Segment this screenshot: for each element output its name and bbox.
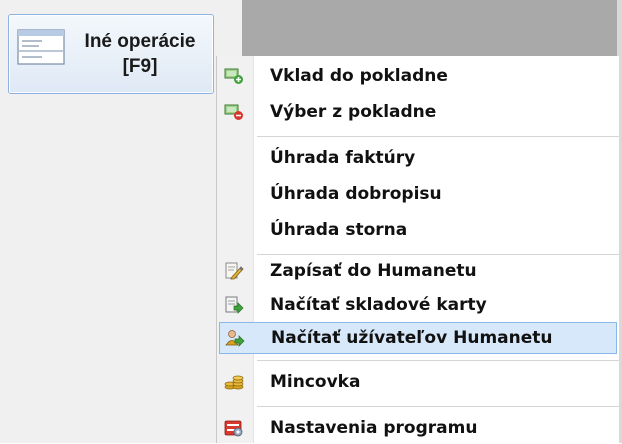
other-operations-label: Iné operácie [F9] (69, 29, 211, 79)
menu-item-label: Úhrada faktúry (270, 148, 416, 168)
menu-item-cash-deposit[interactable]: Vklad do pokladne (217, 60, 619, 92)
menu-separator (257, 360, 619, 361)
button-label-line2: [F9] (122, 56, 158, 77)
other-operations-button[interactable]: Iné operácie [F9] (8, 14, 214, 94)
menu-item-load-stock-cards[interactable]: Načítať skladové karty (217, 289, 619, 321)
menu-item-label: Zapísať do Humanetu (270, 261, 477, 281)
toolbar-area (242, 0, 622, 56)
menu-item-label: Výber z pokladne (270, 102, 437, 122)
menu-item-label: Vklad do pokladne (270, 66, 448, 86)
coins-icon (224, 375, 244, 390)
button-label-line1: Iné operácie (84, 31, 196, 52)
settings-icon (224, 420, 243, 437)
context-menu: Vklad do pokladne Výber z pokladne Úhrad… (216, 56, 619, 443)
menu-item-label: Mincovka (270, 372, 361, 392)
menu-item-storno-payment[interactable]: Úhrada storna (217, 214, 619, 246)
menu-item-coin-counter[interactable]: Mincovka (217, 366, 619, 398)
menu-item-label: Úhrada storna (270, 220, 408, 240)
document-list-icon (17, 29, 65, 65)
cash-deposit-icon (224, 68, 243, 84)
menu-item-label: Úhrada dobropisu (270, 184, 442, 204)
menu-item-cash-withdraw[interactable]: Výber z pokladne (217, 96, 619, 128)
write-note-icon (225, 262, 244, 280)
menu-item-write-humanet[interactable]: Zapísať do Humanetu (217, 255, 619, 287)
menu-item-load-humanet-users[interactable]: Načítať užívateľov Humanetu (219, 322, 617, 354)
cash-withdraw-icon (224, 104, 243, 120)
menu-separator (257, 136, 619, 137)
menu-item-program-settings[interactable]: Nastavenia programu (217, 412, 619, 444)
menu-separator (257, 406, 619, 407)
menu-item-label: Nastavenia programu (270, 418, 478, 438)
load-users-icon (225, 330, 245, 347)
menu-item-credit-note-payment[interactable]: Úhrada dobropisu (217, 178, 619, 210)
menu-item-label: Načítať užívateľov Humanetu (271, 328, 553, 348)
menu-item-invoice-payment[interactable]: Úhrada faktúry (217, 142, 619, 174)
menu-item-label: Načítať skladové karty (270, 295, 487, 315)
load-document-icon (225, 296, 244, 314)
